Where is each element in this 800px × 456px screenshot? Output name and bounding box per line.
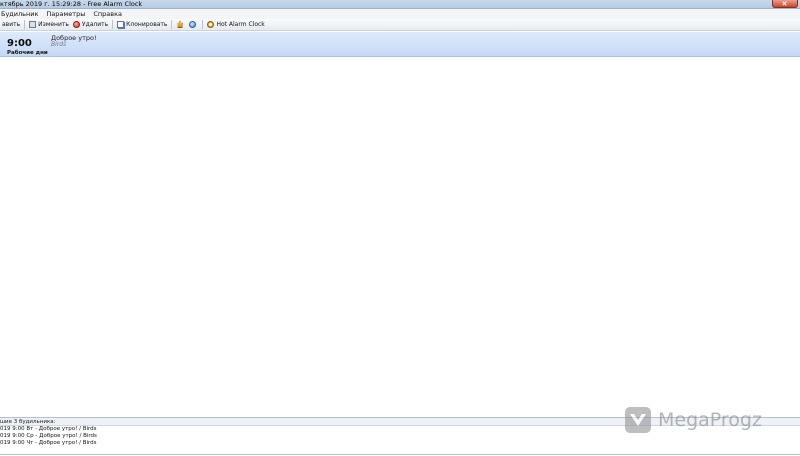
watermark-text: MegaProgz — [658, 409, 762, 431]
home-button[interactable] — [174, 19, 187, 31]
alarm-sound: Birds — [51, 41, 67, 48]
menu-settings[interactable]: Параметры — [42, 9, 89, 19]
alarm-clock-icon — [207, 21, 215, 28]
add-button[interactable]: авить — [0, 19, 22, 31]
clone-icon — [117, 21, 125, 28]
status-divider — [0, 454, 800, 455]
menu-alarm[interactable]: Будильник — [0, 9, 42, 19]
edit-icon — [29, 21, 37, 28]
toolbar-separator — [112, 20, 114, 29]
delete-button-label: Удалить — [81, 21, 109, 28]
toolbar: авить Изменить Удалить Клонировать Hot A… — [0, 19, 800, 31]
window-title: ктябрь 2019 г. 15:29:28 - Free Alarm Clo… — [0, 0, 143, 8]
next-alarm-item: 019 9:00 Чт - Доброе утро! / Birds — [0, 440, 97, 446]
menu-help[interactable]: Справка — [89, 9, 126, 19]
toolbar-separator — [171, 20, 173, 29]
edit-button-label: Изменить — [38, 21, 69, 28]
alarm-row[interactable]: 9:00 Рабочие дни Доброе утро! Birds — [0, 32, 800, 57]
close-window-button[interactable] — [772, 0, 798, 8]
delete-icon — [72, 21, 80, 28]
menu-bar: Будильник Параметры Справка — [0, 9, 800, 19]
add-button-label: авить — [2, 21, 21, 28]
home-icon — [176, 21, 184, 28]
toolbar-separator — [24, 20, 26, 29]
clone-button[interactable]: Клонировать — [115, 19, 169, 31]
help-button[interactable] — [187, 19, 200, 31]
title-bar: ктябрь 2019 г. 15:29:28 - Free Alarm Clo… — [0, 0, 800, 9]
megaprogz-logo-icon — [625, 407, 651, 433]
help-icon — [189, 21, 197, 28]
alarm-list[interactable]: 9:00 Рабочие дни Доброе утро! Birds — [0, 32, 800, 416]
watermark: MegaProgz — [624, 405, 762, 435]
delete-button[interactable]: Удалить — [71, 19, 110, 31]
toolbar-separator — [202, 20, 204, 29]
edit-button[interactable]: Изменить — [27, 19, 71, 31]
clone-button-label: Клонировать — [126, 21, 168, 28]
hot-alarm-clock-button[interactable]: Hot Alarm Clock — [205, 19, 266, 31]
hot-alarm-clock-label: Hot Alarm Clock — [216, 21, 265, 28]
alarm-time: 9:00 — [7, 38, 32, 49]
alarm-days: Рабочие дни — [7, 50, 48, 56]
